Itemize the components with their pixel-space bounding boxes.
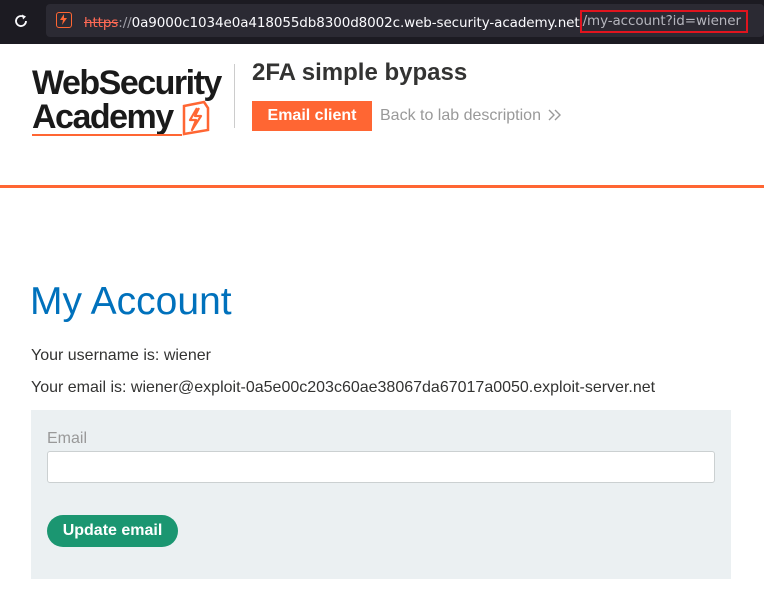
email-info: Your email is: wiener@exploit-0a5e00c203…: [31, 379, 656, 396]
logo-text-line2: Academy: [32, 98, 174, 136]
lab-title: 2FA simple bypass: [252, 59, 468, 86]
back-to-lab-description-link[interactable]: Back to lab description: [380, 107, 541, 125]
url-separator: ://: [118, 15, 132, 31]
reload-icon[interactable]: [12, 12, 30, 30]
update-email-button[interactable]: Update email: [47, 515, 178, 547]
url-path: /my-account?id=wiener: [579, 10, 748, 33]
page-title: My Account: [30, 280, 232, 323]
lightning-bolt-icon: [182, 100, 210, 136]
email-label: Email: [47, 430, 88, 447]
logo-underline: [32, 134, 182, 136]
url-host: 0a9000c1034e0a418055db8300d8002c.web-sec…: [131, 15, 580, 31]
url-text: https://0a9000c1034e0a418055db8300d8002c…: [84, 10, 748, 35]
url-scheme: https: [84, 15, 119, 31]
update-email-form: Email Update email: [31, 410, 731, 579]
email-client-button[interactable]: Email client: [252, 101, 372, 131]
header-divider: [234, 64, 235, 128]
browser-toolbar: https://0a9000c1034e0a418055db8300d8002c…: [0, 0, 764, 44]
lab-header: WebSecurity Academy 2FA simple bypass Em…: [0, 44, 764, 188]
double-chevron-right-icon[interactable]: [548, 108, 562, 122]
lightning-site-icon[interactable]: [56, 12, 72, 28]
address-bar[interactable]: https://0a9000c1034e0a418055db8300d8002c…: [46, 4, 764, 37]
web-security-academy-logo[interactable]: WebSecurity Academy: [32, 64, 232, 138]
email-input[interactable]: [47, 451, 715, 483]
username-info: Your username is: wiener: [31, 347, 211, 364]
